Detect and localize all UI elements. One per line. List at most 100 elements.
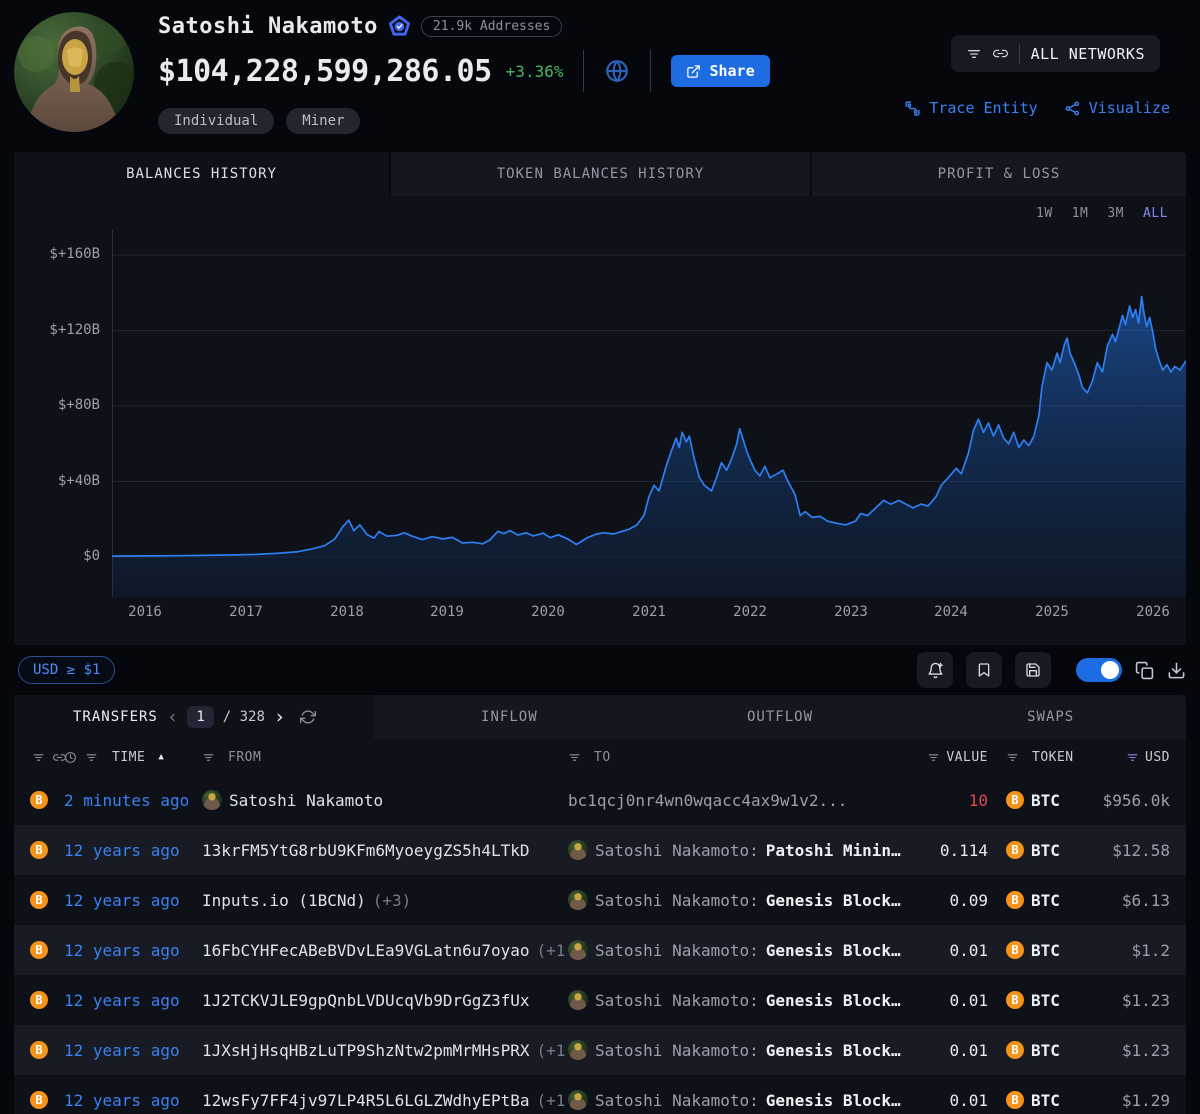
transfer-to[interactable]: Satoshi Nakamoto:Genesis Block Min… [568, 1040, 908, 1060]
transfer-usd: $956.0k [1076, 791, 1186, 810]
x-axis-label: 2022 [724, 604, 776, 620]
table-row[interactable]: B12 years ago13krFM5YtG8rbU9KFm6MyoeygZS… [14, 825, 1186, 875]
bookmark-button[interactable] [966, 652, 1002, 688]
refresh-button[interactable] [300, 709, 316, 725]
transfer-to[interactable]: Satoshi Nakamoto:Genesis Block Min… [568, 1090, 908, 1110]
x-axis-label: 2025 [1026, 604, 1078, 620]
tab-balances-history[interactable]: BALANCES HISTORY [14, 152, 389, 196]
transfer-time-link[interactable]: 12 years ago [64, 941, 202, 960]
tab-token-balances-history[interactable]: TOKEN BALANCES HISTORY [389, 152, 810, 196]
usd-filter-pill[interactable]: USD ≥ $1 [18, 656, 115, 684]
btc-icon: B [1006, 891, 1024, 909]
from-filter-icon[interactable] [202, 751, 215, 764]
transfer-to[interactable]: Satoshi Nakamoto:Patoshi Mining Wa… [568, 840, 908, 860]
transfer-usd: $6.13 [1076, 891, 1186, 910]
copy-icon[interactable] [1135, 661, 1154, 680]
col-from[interactable]: FROM [228, 750, 261, 765]
to-entity-name: Satoshi Nakamoto: [595, 1041, 759, 1060]
to-address: bc1qcj0nr4wn0wqacc4ax9w1v2... [568, 791, 847, 810]
col-to[interactable]: TO [594, 750, 611, 765]
chart-toggle[interactable] [1076, 658, 1122, 682]
to-entity-avatar [568, 990, 588, 1010]
transfer-time-link[interactable]: 12 years ago [64, 891, 202, 910]
transfer-from[interactable]: Inputs.io (1BCNd)(+3) [202, 891, 568, 910]
prev-page-button[interactable]: ‹ [167, 708, 178, 727]
chart-toolbar: USD ≥ $1 [14, 645, 1186, 695]
table-row[interactable]: B 12 years ago1J2TCKVJLE9gpQnbLVDUcqVb9Dr… [14, 975, 1186, 1025]
token-filter-icon[interactable] [1006, 751, 1019, 764]
tag-miner[interactable]: Miner [286, 108, 360, 134]
to-entity-label: Genesis Block Min… [766, 891, 908, 910]
btc-icon: B [1006, 991, 1024, 1009]
page-number-input[interactable]: 1 [187, 706, 213, 728]
transfer-from[interactable]: Satoshi Nakamoto [202, 790, 568, 810]
table-row[interactable]: B2 minutes agoSatoshi Nakamotobc1qcj0nr4… [14, 775, 1186, 825]
transfer-to[interactable]: bc1qcj0nr4wn0wqacc4ax9w1v2... [568, 791, 908, 810]
chart-area[interactable]: $0$+40B$+80B$+120B$+160B2016201720182019… [14, 230, 1186, 629]
range-all[interactable]: ALL [1143, 206, 1168, 221]
entity-avatar [14, 12, 134, 132]
filter-icon [966, 46, 982, 62]
table-row[interactable]: B12 years ago12wsFy7FF4jv97LP4R5L6LGLZWd… [14, 1075, 1186, 1114]
trace-entity-button[interactable]: Trace Entity [904, 99, 1037, 117]
transfer-to[interactable]: Satoshi Nakamoto:Genesis Block Min… [568, 890, 908, 910]
col-token[interactable]: TOKEN [1032, 750, 1074, 765]
chain-btc-icon: B [30, 991, 48, 1009]
transfers-table-header: TIME ▲ FROM TO VALUE TOKEN USD [14, 739, 1186, 775]
save-button[interactable] [1015, 652, 1051, 688]
transfer-token: BBTC [988, 1041, 1076, 1060]
transfer-to[interactable]: Satoshi Nakamoto:Genesis Block Min… [568, 990, 908, 1010]
range-1w[interactable]: 1W [1036, 206, 1053, 221]
tab-swaps[interactable]: SWAPS [915, 695, 1186, 739]
networks-label: ALL NETWORKS [1031, 45, 1145, 63]
to-entity-name: Satoshi Nakamoto: [595, 941, 759, 960]
tab-inflow[interactable]: INFLOW [374, 695, 645, 739]
addresses-badge[interactable]: 21.9k Addresses [421, 16, 562, 37]
col-usd[interactable]: USD [1145, 750, 1170, 765]
transfer-from[interactable]: 12wsFy7FF4jv97LP4R5L6LGLZWdhyEPtBa(+1) [202, 1091, 568, 1110]
transfer-from[interactable]: 1J2TCKVJLE9gpQnbLVDUcqVb9DrGgZ3fUx [202, 991, 568, 1010]
globe-icon[interactable] [604, 58, 630, 84]
transfer-value: 0.01 [908, 1041, 988, 1060]
transfer-from[interactable]: 1JXsHjHsqHBzLuTP9ShzNtw2pmMrMHsPRX(+1) [202, 1041, 568, 1060]
transfer-from[interactable]: 16FbCYHFecABeBVDvLEa9VGLatn6u7oyao(+1) [202, 941, 568, 960]
table-row[interactable]: B 12 years ago16FbCYHFecABeBVDvLEa9VGLatn… [14, 925, 1186, 975]
to-filter-icon[interactable] [568, 751, 581, 764]
share-button[interactable]: Share [671, 55, 769, 87]
tag-individual[interactable]: Individual [158, 108, 274, 134]
table-row[interactable]: B 12 years ago1JXsHjHsqHBzLuTP9ShzNtw2pmM… [14, 1025, 1186, 1075]
table-row[interactable]: B 12 years agoInputs.io (1BCNd)(+3)Satosh… [14, 875, 1186, 925]
transfer-time-link[interactable]: 12 years ago [64, 1091, 202, 1110]
alert-button[interactable] [917, 652, 953, 688]
visualize-button[interactable]: Visualize [1064, 99, 1170, 117]
transfer-usd: $1.23 [1076, 991, 1186, 1010]
transfer-time-link[interactable]: 12 years ago [64, 991, 202, 1010]
chain-btc-icon: B [30, 1041, 48, 1059]
next-page-button[interactable]: › [274, 708, 285, 727]
transfer-time-link[interactable]: 12 years ago [64, 841, 202, 860]
from-entity-name: Satoshi Nakamoto [229, 791, 383, 810]
range-3m[interactable]: 3M [1107, 206, 1124, 221]
time-filter-icon[interactable] [85, 751, 98, 764]
transfer-time-link[interactable]: 12 years ago [64, 1041, 202, 1060]
col-time[interactable]: TIME [112, 750, 145, 765]
all-networks-selector[interactable]: ALL NETWORKS [951, 35, 1160, 72]
value-filter-icon[interactable] [927, 751, 940, 764]
sort-asc-icon[interactable]: ▲ [158, 752, 163, 762]
btc-icon: B [1006, 941, 1024, 959]
range-1m[interactable]: 1M [1072, 206, 1089, 221]
transfer-usd: $1.29 [1076, 1091, 1186, 1110]
download-icon[interactable] [1167, 661, 1186, 680]
col-value[interactable]: VALUE [946, 750, 988, 765]
clock-icon[interactable] [64, 751, 77, 764]
to-entity-avatar [568, 1090, 588, 1110]
transfer-to[interactable]: Satoshi Nakamoto:Genesis Block Min… [568, 940, 908, 960]
usd-filter-icon[interactable] [1126, 751, 1139, 764]
transfer-from[interactable]: 13krFM5YtG8rbU9KFm6MyoeygZS5h4LTkD [202, 841, 568, 860]
tab-outflow[interactable]: OUTFLOW [645, 695, 916, 739]
tab-profit-loss[interactable]: PROFIT & LOSS [810, 152, 1186, 196]
filter-icon[interactable] [32, 751, 45, 764]
trace-icon [904, 100, 921, 117]
transfer-token: BBTC [988, 1091, 1076, 1110]
transfer-time-link[interactable]: 2 minutes ago [64, 791, 202, 810]
